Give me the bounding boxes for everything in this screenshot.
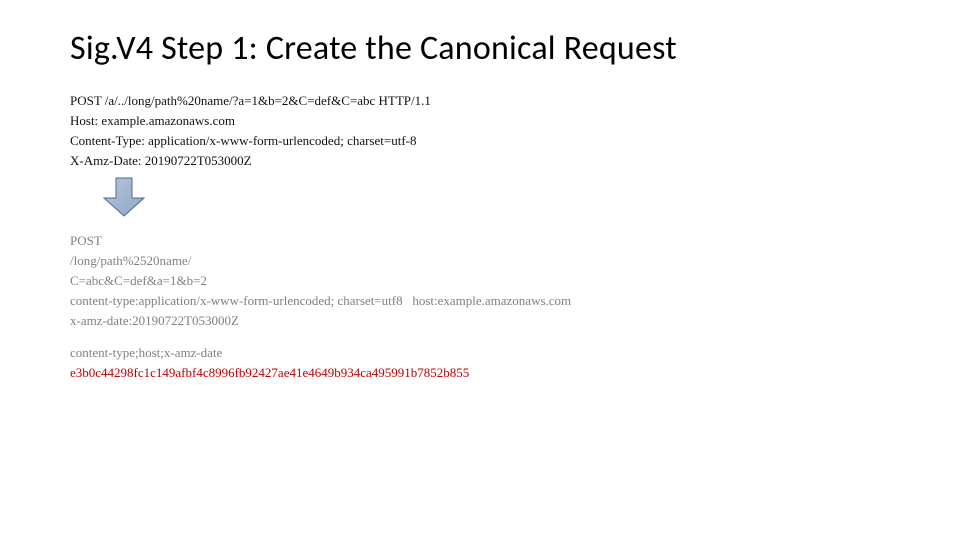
canonical-path: /long/path%2520name/: [70, 251, 890, 271]
canonical-method: POST: [70, 231, 890, 251]
canonical-headers: content-type:application/x-www-form-urle…: [70, 291, 890, 311]
raw-request-line-1: POST /a/../long/path%20name/?a=1&b=2&C=d…: [70, 91, 890, 111]
payload-hash: e3b0c44298fc1c149afbf4c8996fb92427ae41e4…: [70, 363, 890, 383]
down-arrow-icon: [70, 176, 890, 223]
raw-request-line-4: X-Amz-Date: 20190722T053000Z: [70, 151, 890, 171]
canonical-query: C=abc&C=def&a=1&b=2: [70, 271, 890, 291]
raw-request-line-2: Host: example.amazonaws.com: [70, 111, 890, 131]
raw-request-line-3: Content-Type: application/x-www-form-url…: [70, 131, 890, 151]
canonical-date: x-amz-date:20190722T053000Z: [70, 311, 890, 331]
slide-title: Sig.V4 Step 1: Create the Canonical Requ…: [70, 28, 890, 69]
signed-headers: content-type;host;x-amz-date: [70, 343, 890, 363]
slide: Sig.V4 Step 1: Create the Canonical Requ…: [0, 0, 960, 384]
